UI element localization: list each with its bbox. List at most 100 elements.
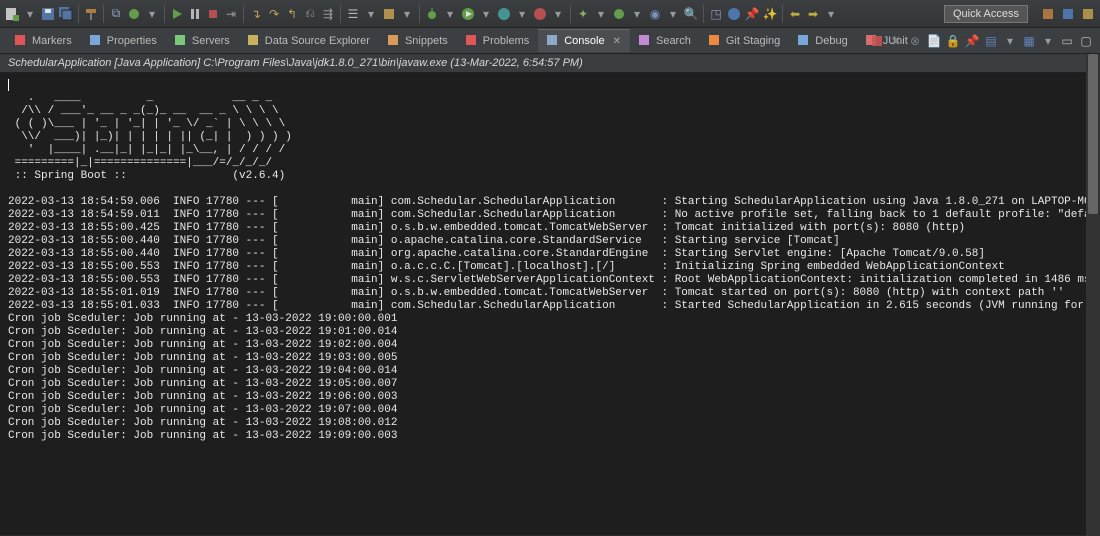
- pin-icon[interactable]: 📌: [744, 6, 760, 22]
- tab-snippets[interactable]: Snippets: [379, 29, 457, 52]
- stop-icon[interactable]: [205, 6, 221, 22]
- step-filter-icon[interactable]: ⇶: [320, 6, 336, 22]
- nav-back-icon[interactable]: ⬅: [787, 6, 803, 22]
- data-source-explorer-icon: [247, 34, 261, 48]
- new-icon[interactable]: [4, 6, 20, 22]
- tab-git-staging[interactable]: Git Staging: [700, 29, 789, 52]
- open-console-dropdown-icon[interactable]: ▾: [1002, 33, 1018, 49]
- new-package-icon[interactable]: [381, 6, 397, 22]
- console-launch-status: SchedularApplication [Java Application] …: [0, 54, 1100, 73]
- tab-label: Console: [564, 35, 604, 47]
- debug-icon: [797, 34, 811, 48]
- add-server-icon[interactable]: ☰: [345, 6, 361, 22]
- separator: [703, 5, 704, 23]
- toolbar-right-group: Quick Access: [944, 5, 1096, 23]
- bug-icon[interactable]: [126, 6, 142, 22]
- hammer-icon[interactable]: [83, 6, 99, 22]
- new-console-icon[interactable]: ▦: [1021, 33, 1037, 49]
- remove-all-icon[interactable]: ⊗: [907, 33, 923, 49]
- console-toolbar: ✖ ⊗ 📄 🔒 📌 ▤ ▾ ▦ ▾ ▭ ▢: [869, 33, 1094, 49]
- tab-servers[interactable]: Servers: [166, 29, 239, 52]
- tab-label: Data Source Explorer: [265, 35, 370, 47]
- pin-console-icon[interactable]: 📌: [964, 33, 980, 49]
- dropdown-icon[interactable]: ▾: [514, 6, 530, 22]
- tab-data-source-explorer[interactable]: Data Source Explorer: [239, 29, 379, 52]
- ext-tools-icon[interactable]: [532, 6, 548, 22]
- dropdown-icon[interactable]: ▾: [144, 6, 160, 22]
- console-icon: [546, 34, 560, 48]
- step-into-icon[interactable]: ↴: [248, 6, 264, 22]
- markers-icon: [14, 34, 28, 48]
- terminate-icon[interactable]: [869, 33, 885, 49]
- console-output[interactable]: . ____ _ __ _ _ /\\ / ___'_ __ _ _(_)_ _…: [0, 73, 1100, 535]
- spring-boot-banner: . ____ _ __ _ _ /\\ / ___'_ __ _ _(_)_ _…: [8, 92, 292, 182]
- separator: [78, 5, 79, 23]
- tab-problems[interactable]: Problems: [457, 29, 538, 52]
- save-all-icon[interactable]: [58, 6, 74, 22]
- properties-icon: [89, 34, 103, 48]
- tab-search[interactable]: Search: [630, 29, 700, 52]
- tab-console[interactable]: Console ✕: [538, 29, 630, 52]
- tab-properties[interactable]: Properties: [81, 29, 166, 52]
- nav-forward-icon[interactable]: ➡: [805, 6, 821, 22]
- drop-frame-icon[interactable]: ⎌: [302, 6, 318, 22]
- cron-lines-block: Cron job Sceduler: Job running at - 13-0…: [8, 313, 397, 442]
- scrollbar-thumb[interactable]: [1088, 54, 1098, 214]
- tab-label: Debug: [815, 35, 847, 47]
- pause-icon[interactable]: [187, 6, 203, 22]
- close-icon[interactable]: ✕: [613, 36, 621, 47]
- dropdown-icon[interactable]: ▾: [363, 6, 379, 22]
- tab-label: Snippets: [405, 35, 448, 47]
- separator: [782, 5, 783, 23]
- debug-bug-icon[interactable]: [424, 6, 440, 22]
- dropdown-icon[interactable]: ▾: [550, 6, 566, 22]
- dropdown-icon[interactable]: ▾: [22, 6, 38, 22]
- search-icon[interactable]: 🔍: [683, 6, 699, 22]
- separator: [243, 5, 244, 23]
- separator: [164, 5, 165, 23]
- separator: [419, 5, 420, 23]
- perspective-java-icon[interactable]: [1040, 6, 1056, 22]
- dropdown-icon[interactable]: ▾: [665, 6, 681, 22]
- separator: [103, 5, 104, 23]
- separator: [340, 5, 341, 23]
- dropdown-icon[interactable]: ▾: [593, 6, 609, 22]
- disconnect-icon[interactable]: ⇥: [223, 6, 239, 22]
- skip-icon[interactable]: ⧉: [108, 6, 124, 22]
- git-icon[interactable]: ◳: [708, 6, 724, 22]
- toolbar-left-group: ▾ ⧉ ▾ ⇥ ↴ ↷ ↰ ⎌ ⇶ ☰ ▾ ▾ ▾ ▾ ▾ ▾ ✦ ▾: [4, 5, 839, 23]
- run-icon[interactable]: [169, 6, 185, 22]
- step-return-icon[interactable]: ↰: [284, 6, 300, 22]
- perspective-debug-icon[interactable]: [1060, 6, 1076, 22]
- new-class-icon[interactable]: [611, 6, 627, 22]
- run-green-icon[interactable]: [460, 6, 476, 22]
- display-selected-icon[interactable]: ▤: [983, 33, 999, 49]
- tab-debug[interactable]: Debug: [789, 29, 856, 52]
- dropdown-icon[interactable]: ▾: [1040, 33, 1056, 49]
- minimize-icon[interactable]: ▭: [1059, 33, 1075, 49]
- open-type-icon[interactable]: ✦: [575, 6, 591, 22]
- dropdown-icon[interactable]: ▾: [478, 6, 494, 22]
- dropdown-icon[interactable]: ▾: [399, 6, 415, 22]
- maximize-icon[interactable]: ▢: [1078, 33, 1094, 49]
- git-staging-icon: [708, 34, 722, 48]
- quick-access-field[interactable]: Quick Access: [944, 5, 1028, 23]
- perspective-git-icon[interactable]: [1080, 6, 1096, 22]
- remove-launch-icon[interactable]: ✖: [888, 33, 904, 49]
- open-task-icon[interactable]: ◉: [647, 6, 663, 22]
- vertical-scrollbar[interactable]: [1086, 54, 1100, 536]
- problems-icon: [465, 34, 479, 48]
- dropdown-icon[interactable]: ▾: [442, 6, 458, 22]
- snippets-icon: [387, 34, 401, 48]
- dropdown-icon[interactable]: ▾: [823, 6, 839, 22]
- dropdown-icon[interactable]: ▾: [629, 6, 645, 22]
- main-toolbar: ▾ ⧉ ▾ ⇥ ↴ ↷ ↰ ⎌ ⇶ ☰ ▾ ▾ ▾ ▾ ▾ ▾ ✦ ▾: [0, 0, 1100, 28]
- step-over-icon[interactable]: ↷: [266, 6, 282, 22]
- clear-console-icon[interactable]: 📄: [926, 33, 942, 49]
- scroll-lock-icon[interactable]: 🔒: [945, 33, 961, 49]
- tab-markers[interactable]: Markers: [6, 29, 81, 52]
- coverage-icon[interactable]: [496, 6, 512, 22]
- globe-icon[interactable]: [726, 6, 742, 22]
- wand-icon[interactable]: ✨: [762, 6, 778, 22]
- save-icon[interactable]: [40, 6, 56, 22]
